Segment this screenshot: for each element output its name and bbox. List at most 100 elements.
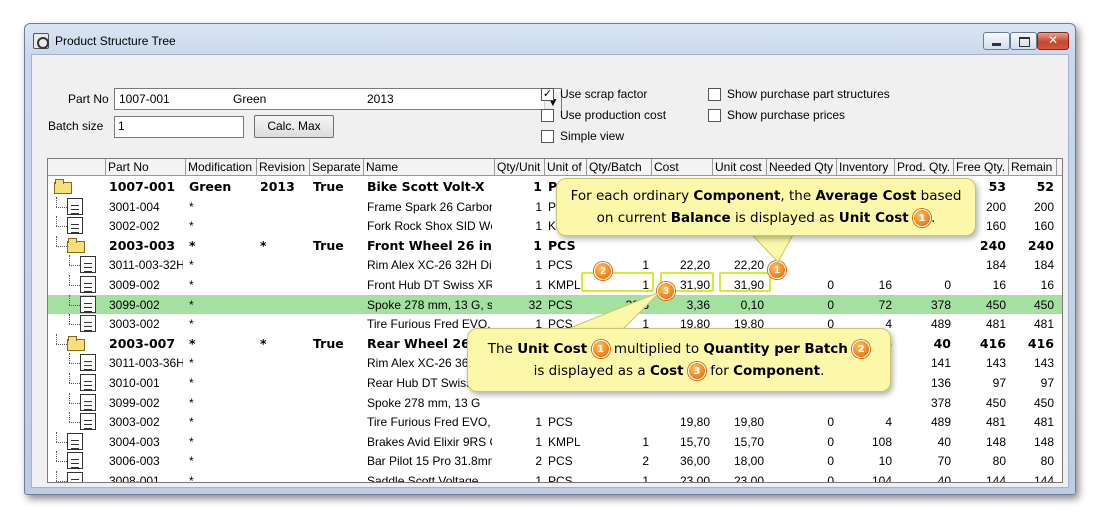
table-row[interactable]: 3003-002 * Tire Furious Fred EVO, 2 1 PCS 19,… bbox=[48, 412, 1062, 432]
maximize-button[interactable] bbox=[1010, 32, 1037, 50]
column-header[interactable]: Separate bbox=[310, 159, 364, 176]
folder-icon[interactable] bbox=[67, 335, 85, 352]
cell-remain: 52 bbox=[1036, 179, 1054, 194]
cell-unit-cost: 23,00 bbox=[733, 474, 764, 483]
checkbox-box[interactable] bbox=[541, 108, 554, 122]
cell-qty-unit: 1 bbox=[535, 219, 542, 234]
app-icon[interactable] bbox=[33, 33, 49, 49]
cell-free-qty: 450 bbox=[985, 395, 1006, 410]
close-button[interactable] bbox=[1037, 32, 1069, 50]
column-header[interactable]: Inventory bbox=[837, 159, 895, 176]
checkbox-label: Show purchase prices bbox=[727, 108, 846, 122]
document-icon[interactable] bbox=[80, 295, 96, 313]
column-header[interactable]: Qty/Unit bbox=[495, 159, 545, 176]
document-icon[interactable] bbox=[80, 354, 96, 372]
document-icon[interactable] bbox=[80, 256, 96, 274]
column-header[interactable]: Qty/Batch bbox=[587, 159, 652, 176]
column-header[interactable]: Free Qty. bbox=[954, 159, 1009, 176]
cell-prod-qty: 136 bbox=[930, 376, 951, 390]
checkbox-box[interactable] bbox=[708, 87, 721, 101]
table-row[interactable]: 3004-003 * Brakes Avid Elixir 9RS C 1 KMPL 1 1… bbox=[48, 431, 1062, 452]
document-icon[interactable] bbox=[80, 393, 96, 411]
cell-name: Bar Pilot 15 Pro 31.8mm bbox=[367, 454, 492, 469]
column-header[interactable]: Modification bbox=[186, 159, 257, 176]
tree-connector bbox=[69, 275, 70, 285]
cell-qty-unit: 32 bbox=[528, 297, 542, 312]
badge-1: 1 bbox=[913, 209, 932, 227]
tree-connector bbox=[69, 392, 70, 403]
column-header[interactable] bbox=[48, 159, 106, 176]
column-header[interactable]: Prod. Qty. bbox=[895, 159, 954, 176]
cell-unit-of: PCS bbox=[548, 454, 573, 469]
production-cost-checkbox[interactable]: Use production cost bbox=[541, 108, 666, 122]
cell-cost: 36,00 bbox=[679, 454, 710, 469]
cell-remain: 481 bbox=[1033, 415, 1054, 430]
simple-view-checkbox[interactable]: Simple view bbox=[541, 129, 624, 143]
purchase-prices-checkbox[interactable]: Show purchase prices bbox=[708, 108, 845, 122]
cell-needed-qty: 0 bbox=[827, 297, 834, 312]
document-icon[interactable] bbox=[80, 374, 96, 391]
document-icon[interactable] bbox=[80, 413, 96, 431]
table-row[interactable]: 3099-002 * Spoke 278 mm, 13 G 378 450 450 bbox=[48, 392, 1062, 413]
table-row[interactable]: 3008-001 * Saddle Scott Voltage 1 PCS 1 23,00 2… bbox=[48, 471, 1062, 483]
document-icon[interactable] bbox=[67, 217, 83, 235]
unit-cost-highlight bbox=[719, 272, 771, 292]
cell-unit-cost: 15,70 bbox=[733, 434, 764, 449]
purchase-structures-checkbox[interactable]: Show purchase part structures bbox=[708, 87, 890, 101]
cell-qty-unit: 1 bbox=[535, 199, 542, 214]
cell-free-qty: 97 bbox=[992, 376, 1006, 390]
column-header[interactable]: Cost bbox=[652, 159, 713, 176]
cell-unit-cost: 18,00 bbox=[733, 454, 764, 469]
column-header[interactable]: Name bbox=[364, 159, 495, 176]
cell-inventory: 72 bbox=[878, 297, 892, 312]
document-icon[interactable] bbox=[67, 197, 83, 215]
scrap-factor-checkbox[interactable]: ✓ Use scrap factor bbox=[541, 87, 647, 101]
document-icon[interactable] bbox=[80, 315, 96, 333]
checkbox-box[interactable]: ✓ bbox=[541, 87, 554, 101]
column-header[interactable]: Needed Qty bbox=[767, 159, 837, 176]
column-header[interactable]: Part No bbox=[106, 159, 186, 176]
table-row[interactable]: 3009-002 * Front Hub DT Swiss XR 1 KMPL 1 31,9… bbox=[48, 275, 1062, 295]
folder-icon[interactable] bbox=[67, 237, 85, 254]
minimize-button[interactable] bbox=[983, 32, 1010, 50]
column-header[interactable]: Unit of bbox=[545, 159, 587, 176]
document-icon[interactable] bbox=[80, 276, 96, 293]
cell-prod-qty: 40 bbox=[937, 434, 951, 449]
tree-connector bbox=[56, 441, 67, 443]
cell-part-no: 3008-001 bbox=[109, 474, 160, 483]
table-row[interactable]: 2003-003 * * True Front Wheel 26 inch 1 PCS 240… bbox=[48, 235, 1062, 256]
cell-name: Front Hub DT Swiss XR bbox=[367, 278, 492, 292]
folder-icon[interactable] bbox=[54, 178, 72, 195]
checkbox-box[interactable] bbox=[708, 108, 721, 122]
calc-max-button[interactable]: Calc. Max bbox=[254, 115, 334, 138]
checkbox-box[interactable] bbox=[541, 129, 554, 143]
badge-1: 1 bbox=[591, 340, 610, 358]
column-header[interactable]: Remain bbox=[1009, 159, 1057, 176]
document-icon[interactable] bbox=[67, 452, 83, 470]
cell-modification: * bbox=[189, 376, 194, 390]
cell-prod-qty: 40 bbox=[933, 335, 951, 351]
cell-qty-unit: 1 bbox=[535, 434, 542, 449]
part-no-combo[interactable]: 1007-001 Green 2013 ▼ bbox=[114, 88, 562, 112]
tree-connector bbox=[69, 255, 70, 266]
cell-needed-qty: 0 bbox=[827, 434, 834, 449]
cell-free-qty: 80 bbox=[992, 454, 1006, 469]
checkbox-label: Use scrap factor bbox=[560, 87, 648, 101]
document-icon[interactable] bbox=[67, 472, 83, 482]
table-row[interactable]: 3006-003 * Bar Pilot 15 Pro 31.8mm 2 PCS 2 36,… bbox=[48, 451, 1062, 471]
tree-connector bbox=[56, 471, 57, 481]
cell-free-qty: 450 bbox=[985, 297, 1006, 312]
title-bar[interactable]: Product Structure Tree bbox=[25, 24, 1075, 54]
tree-connector bbox=[56, 226, 67, 228]
table-row[interactable]: 3011-003-32H * Rim Alex XC-26 32H Disc 1 PCS… bbox=[48, 255, 1062, 275]
table-row[interactable]: 3099-002 * Spoke 278 mm, 13 G, sta 32 PCS 33,… bbox=[48, 294, 1062, 315]
cell-part-no: 1007-001 bbox=[109, 179, 176, 194]
cell-free-qty: 144 bbox=[985, 474, 1006, 483]
client-area: Part No 1007-001 Green 2013 ▼ Batch size… bbox=[31, 54, 1069, 488]
column-header[interactable]: Unit cost bbox=[713, 159, 767, 176]
document-icon[interactable] bbox=[67, 432, 83, 450]
column-header[interactable]: Revision bbox=[257, 159, 310, 176]
cell-modification: * bbox=[189, 278, 194, 292]
tree-connector bbox=[56, 333, 57, 344]
batch-size-input[interactable]: 1 bbox=[114, 116, 244, 138]
